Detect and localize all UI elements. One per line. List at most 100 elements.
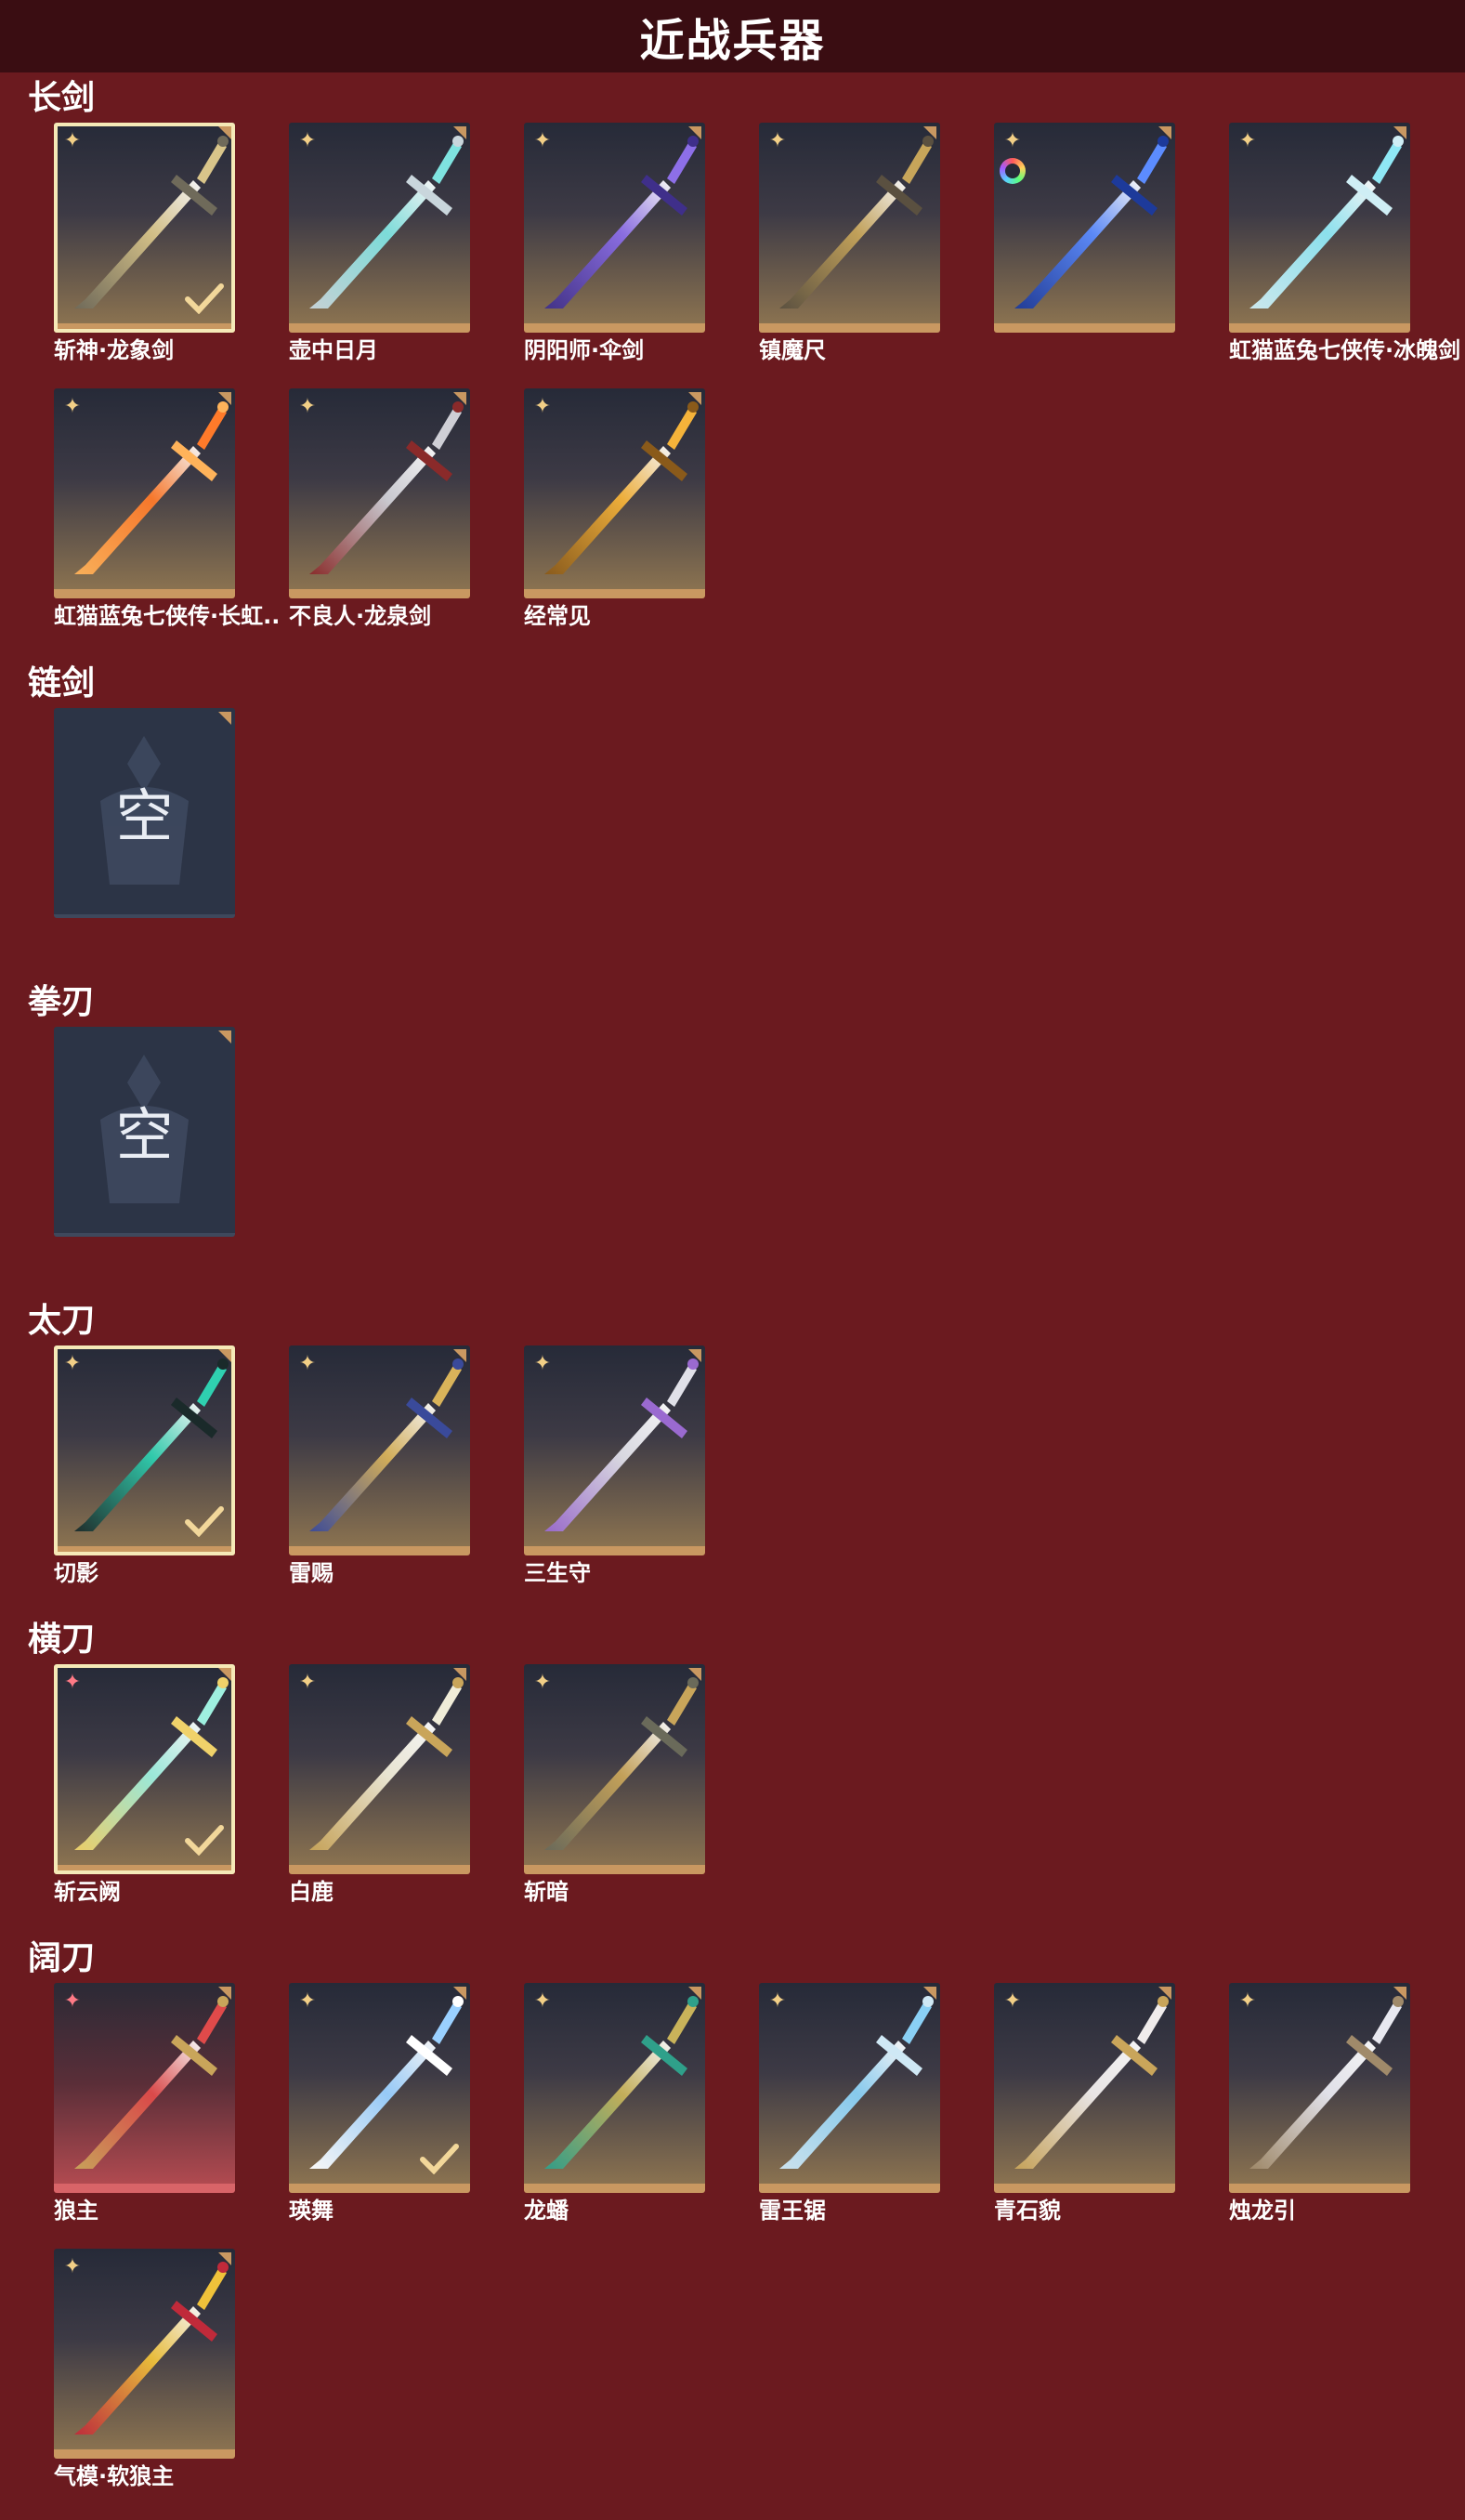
empty-slot-label: 空 — [115, 1101, 174, 1169]
weapon-card[interactable]: ✦ 青石貌 — [994, 1983, 1175, 2232]
card-frame: ✦ — [524, 123, 705, 333]
golden-sword-icon — [544, 401, 699, 574]
rarity-star-icon: ✦ — [63, 2255, 82, 2278]
section-title: 阔刀 — [28, 1939, 96, 1977]
weapon-card[interactable]: ✦ 瑛舞 — [289, 1983, 470, 2232]
section-title: 长剑 — [28, 79, 96, 117]
card-frame: ✦ — [1229, 1983, 1410, 2193]
rarity-star-icon: ✦ — [298, 129, 317, 152]
weapon-card[interactable]: ✦ 虹猫蓝兔七侠传·冰魄剑 — [1229, 123, 1460, 372]
card-frame: ✦ — [54, 1983, 235, 2193]
white-deer-blade-icon — [309, 1677, 464, 1850]
weapon-card[interactable]: ✦ 雷王锯 — [759, 1983, 940, 2232]
weapon-card[interactable]: ✦ 三生守 — [524, 1345, 705, 1595]
weapon-card[interactable]: ✦ 烛龙引 — [1229, 1983, 1410, 2232]
weapon-card[interactable]: ✦ 斩暗 — [524, 1664, 705, 1913]
weapon-card[interactable]: ✦ 龙蟠 — [524, 1983, 705, 2232]
weapon-card[interactable]: ✦ 斩神·龙象剑 — [54, 123, 235, 372]
rarity-star-icon: ✦ — [1238, 1989, 1257, 2013]
longquan-sword-icon — [309, 401, 464, 574]
card-frame: ✦ — [1229, 123, 1410, 333]
rarity-star-icon: ✦ — [1003, 1989, 1022, 2013]
section-title: 横刀 — [28, 1621, 96, 1659]
weapon-card[interactable]: ✦ 切影 — [54, 1345, 235, 1595]
rarity-star-icon: ✦ — [533, 129, 552, 152]
card-frame: ✦ — [54, 1345, 235, 1555]
ice-sword-icon — [1249, 136, 1404, 308]
empty-weapon-slot[interactable]: 空 — [54, 708, 235, 957]
pink-rarity-star-icon: ✦ — [63, 1989, 82, 2013]
rainbow-ring-icon — [1000, 158, 1026, 184]
empty-slot-label: 空 — [115, 782, 174, 850]
rarity-star-icon: ✦ — [298, 1671, 317, 1694]
wolf-lord-broadsword-icon — [74, 1996, 229, 2169]
weapon-card[interactable]: ✦ — [994, 123, 1175, 372]
soft-wolf-broadsword-icon — [74, 2262, 229, 2435]
thunder-saw-broadsword-icon — [779, 1996, 934, 2169]
umbrella-sword-icon — [544, 136, 699, 308]
card-frame: 空 — [54, 1027, 235, 1237]
weapon-card[interactable]: ✦ 虹猫蓝兔七侠传·长虹.. — [54, 388, 280, 637]
weapon-card[interactable]: ✦ 气模·软狼主 — [54, 2249, 235, 2498]
checkmark-icon — [185, 1825, 224, 1856]
checkmark-icon — [185, 1506, 224, 1537]
card-frame: ✦ — [994, 1983, 1175, 2193]
rarity-star-icon: ✦ — [533, 1671, 552, 1694]
card-frame: ✦ — [759, 1983, 940, 2193]
rarity-star-icon: ✦ — [768, 1989, 787, 2013]
pink-rarity-star-icon: ✦ — [63, 1671, 82, 1694]
dark-blade-icon — [544, 1677, 699, 1850]
weapon-name: 虹猫蓝兔七侠传·冰魄剑 — [1229, 337, 1461, 363]
rarity-star-icon: ✦ — [63, 129, 82, 152]
card-frame: ✦ — [524, 388, 705, 598]
card-frame: ✦ — [289, 1983, 470, 2193]
rarity-star-icon: ✦ — [768, 129, 787, 152]
weapon-card[interactable]: ✦ 经常见 — [524, 388, 705, 637]
weapon-name: 烛龙引 — [1229, 2198, 1296, 2224]
blue-blade-icon — [1014, 136, 1169, 308]
rarity-star-icon: ✦ — [1003, 129, 1022, 152]
thunder-katana-icon — [309, 1358, 464, 1531]
card-frame: ✦ — [289, 1345, 470, 1555]
weapon-card[interactable]: ✦ 雷赐 — [289, 1345, 470, 1595]
weapon-card[interactable]: ✦ 镇魔尺 — [759, 123, 940, 372]
jade-sword-icon — [309, 136, 464, 308]
checkmark-icon — [185, 283, 224, 314]
bluestone-broadsword-icon — [1014, 1996, 1169, 2169]
rarity-star-icon: ✦ — [298, 1352, 317, 1375]
section-title: 太刀 — [28, 1302, 96, 1340]
rarity-star-icon: ✦ — [533, 395, 552, 418]
weapon-name: 斩暗 — [524, 1879, 569, 1905]
card-frame: ✦ — [54, 123, 235, 333]
weapon-card[interactable]: ✦ 狼主 — [54, 1983, 235, 2232]
card-frame: ✦ — [524, 1664, 705, 1874]
weapon-card[interactable]: ✦ 不良人·龙泉剑 — [289, 388, 470, 637]
rarity-star-icon: ✦ — [63, 1352, 82, 1375]
card-frame: ✦ — [54, 2249, 235, 2459]
weapon-name: 经常见 — [524, 603, 591, 629]
weapon-card[interactable]: ✦ 白鹿 — [289, 1664, 470, 1913]
card-frame: ✦ — [54, 1664, 235, 1874]
card-frame: ✦ — [759, 123, 940, 333]
card-frame: ✦ — [994, 123, 1175, 333]
weapon-card[interactable]: ✦ 壶中日月 — [289, 123, 470, 372]
rainbow-sword-icon — [74, 401, 229, 574]
weapon-name: 三生守 — [524, 1560, 591, 1586]
weapon-card[interactable]: ✦ 斩云阙 — [54, 1664, 235, 1913]
card-frame: ✦ — [524, 1983, 705, 2193]
weapon-name: 气模·软狼主 — [54, 2463, 175, 2489]
empty-weapon-slot[interactable]: 空 — [54, 1027, 235, 1276]
three-lives-katana-icon — [544, 1358, 699, 1531]
candle-dragon-broadsword-icon — [1249, 1996, 1404, 2169]
card-frame: ✦ — [524, 1345, 705, 1555]
weapon-card[interactable]: ✦ 阴阳师·伞剑 — [524, 123, 705, 372]
card-frame: ✦ — [289, 123, 470, 333]
page-title: 近战兵器 — [639, 15, 826, 67]
rarity-star-icon: ✦ — [533, 1989, 552, 2013]
rarity-star-icon: ✦ — [1238, 129, 1257, 152]
rarity-star-icon: ✦ — [298, 395, 317, 418]
card-frame: ✦ — [289, 1664, 470, 1874]
rarity-star-icon: ✦ — [533, 1352, 552, 1375]
section-title: 拳刃 — [28, 983, 96, 1021]
rarity-star-icon: ✦ — [298, 1989, 317, 2013]
